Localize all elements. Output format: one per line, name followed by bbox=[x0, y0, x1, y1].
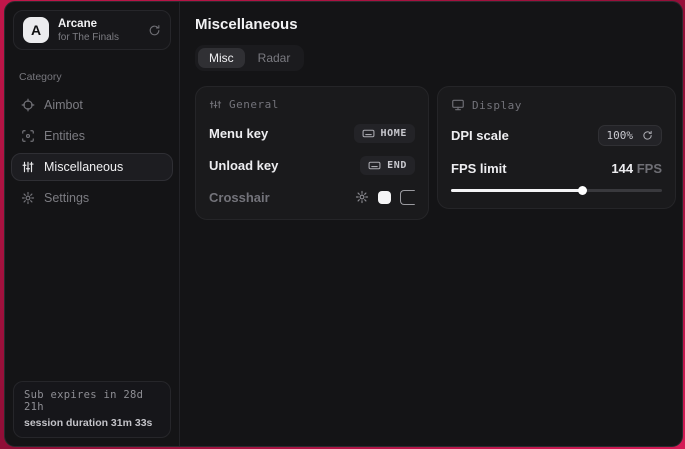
fps-unit: FPS bbox=[637, 161, 662, 176]
app-window: A Arcane for The Finals Category Aimbot bbox=[4, 1, 683, 447]
crosshair-label: Crosshair bbox=[209, 190, 270, 205]
dpi-scale-control[interactable]: 100% bbox=[598, 125, 663, 146]
sidebar-item-label: Settings bbox=[44, 191, 89, 205]
keyboard-icon bbox=[368, 159, 381, 172]
keyboard-icon bbox=[362, 127, 375, 140]
unload-key-value: END bbox=[387, 160, 407, 171]
general-card-header: General bbox=[209, 98, 415, 111]
sidebar-item-miscellaneous[interactable]: Miscellaneous bbox=[11, 153, 173, 181]
category-label: Category bbox=[19, 71, 165, 83]
crosshair-preview-frame[interactable] bbox=[400, 190, 415, 205]
tab-bar: Misc Radar bbox=[195, 45, 304, 71]
sidebar-item-label: Aimbot bbox=[44, 98, 83, 112]
tab-radar[interactable]: Radar bbox=[247, 48, 302, 68]
app-subtitle: for The Finals bbox=[58, 32, 119, 43]
sidebar-item-settings[interactable]: Settings bbox=[11, 184, 173, 212]
sliders-icon bbox=[21, 160, 35, 174]
scan-icon bbox=[21, 129, 35, 143]
gear-icon bbox=[21, 191, 35, 205]
fps-number: 144 bbox=[611, 161, 633, 176]
app-logo: A bbox=[23, 17, 49, 43]
menu-key-value: HOME bbox=[381, 128, 407, 139]
tab-misc[interactable]: Misc bbox=[198, 48, 245, 68]
sidebar-item-label: Miscellaneous bbox=[44, 160, 123, 174]
dpi-scale-label: DPI scale bbox=[451, 128, 509, 143]
crosshair-color-swatch[interactable] bbox=[378, 191, 391, 204]
crosshair-settings-gear-icon[interactable] bbox=[355, 190, 369, 204]
unload-key-bind-button[interactable]: END bbox=[360, 156, 415, 175]
display-card-title: Display bbox=[472, 99, 522, 112]
fps-limit-label: FPS limit bbox=[451, 161, 507, 176]
dpi-reset-icon[interactable] bbox=[642, 130, 653, 141]
session-duration-text: session duration 31m 33s bbox=[24, 417, 160, 429]
sidebar-item-label: Entities bbox=[44, 129, 85, 143]
slider-thumb[interactable] bbox=[578, 186, 587, 195]
menu-key-label: Menu key bbox=[209, 126, 268, 141]
display-card-header: Display bbox=[451, 98, 662, 112]
crosshair-icon bbox=[21, 98, 35, 112]
refresh-icon[interactable] bbox=[148, 24, 161, 37]
fps-limit-row: FPS limit 144 FPS bbox=[451, 159, 662, 177]
keyboard-settings-icon bbox=[209, 98, 222, 111]
sidebar: A Arcane for The Finals Category Aimbot bbox=[5, 2, 180, 446]
unload-key-row: Unload key END bbox=[209, 156, 415, 175]
main-content: Miscellaneous Misc Radar General Menu ke… bbox=[180, 2, 683, 446]
sidebar-nav: Aimbot Entities Miscellaneous bbox=[5, 90, 179, 213]
general-card: General Menu key HOME Unload key bbox=[195, 86, 429, 220]
general-card-title: General bbox=[229, 98, 279, 111]
fps-limit-value: 144 FPS bbox=[611, 161, 662, 176]
page-title: Miscellaneous bbox=[195, 16, 676, 33]
sidebar-item-entities[interactable]: Entities bbox=[11, 122, 173, 150]
sidebar-item-aimbot[interactable]: Aimbot bbox=[11, 91, 173, 119]
menu-key-bind-button[interactable]: HOME bbox=[354, 124, 415, 143]
dpi-scale-row: DPI scale 100% bbox=[451, 125, 662, 146]
subscription-box: Sub expires in 28d 21h session duration … bbox=[13, 381, 171, 438]
crosshair-row: Crosshair bbox=[209, 188, 415, 206]
unload-key-label: Unload key bbox=[209, 158, 278, 173]
cards-row: General Menu key HOME Unload key bbox=[195, 86, 676, 220]
crosshair-controls bbox=[355, 190, 415, 205]
display-card: Display DPI scale 100% FPS limit bbox=[437, 86, 676, 209]
slider-fill bbox=[451, 189, 582, 192]
app-name: Arcane bbox=[58, 18, 119, 30]
brand-box: A Arcane for The Finals bbox=[13, 10, 171, 50]
menu-key-row: Menu key HOME bbox=[209, 124, 415, 143]
fps-limit-slider[interactable] bbox=[451, 186, 662, 195]
sub-expiry-text: Sub expires in 28d 21h bbox=[24, 389, 160, 413]
monitor-icon bbox=[451, 98, 465, 112]
brand-text: Arcane for The Finals bbox=[58, 18, 119, 43]
dpi-scale-value: 100% bbox=[607, 129, 634, 142]
